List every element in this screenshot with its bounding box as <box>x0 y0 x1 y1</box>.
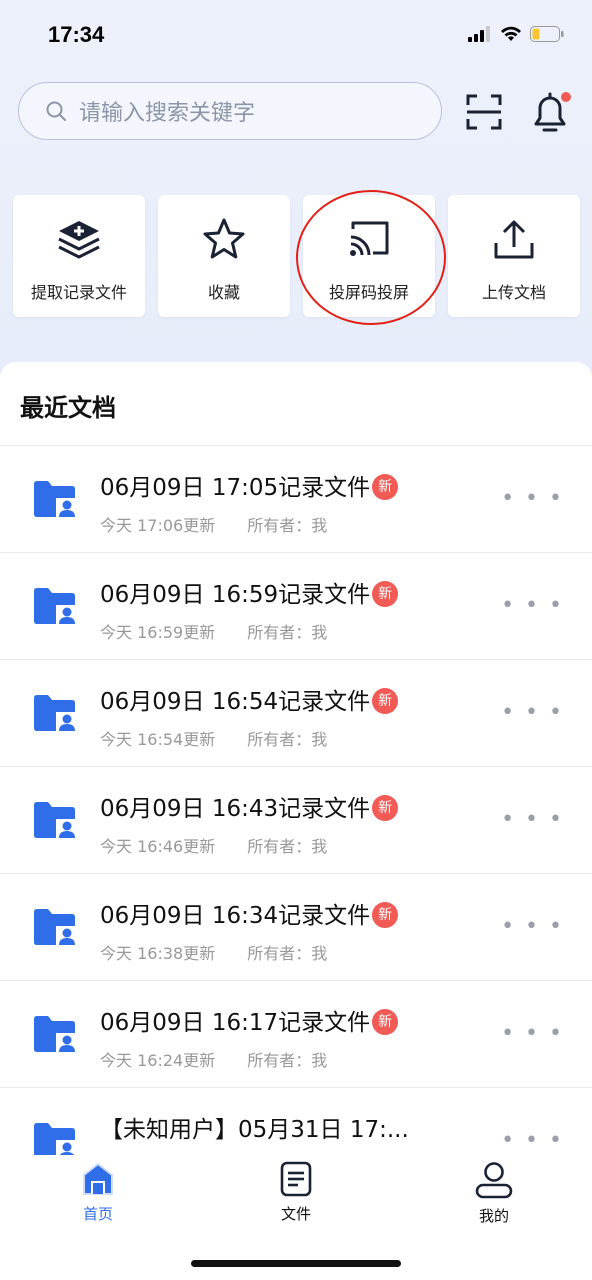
new-badge: 新 <box>372 474 399 500</box>
document-meta: 今天 16:59更新 所有者：我 <box>100 619 327 643</box>
document-updated: 今天 16:54更新 <box>100 730 216 749</box>
user-icon <box>475 1162 513 1199</box>
layers-plus-icon <box>58 221 100 259</box>
more-options-icon[interactable]: • • • <box>501 593 564 618</box>
tab-home[interactable]: 首页 <box>48 1161 148 1224</box>
search-bar[interactable]: 请输入搜索关键字 <box>18 82 442 140</box>
document-title[interactable]: 06月09日 16:34记录文件新 <box>100 896 399 930</box>
document-name[interactable]: 【未知用户】05月31日 17:... <box>100 1117 409 1143</box>
document-meta: 今天 16:38更新 所有者：我 <box>100 940 327 964</box>
document-title[interactable]: 06月09日 16:59记录文件新 <box>100 575 399 609</box>
document-name[interactable]: 06月09日 17:05记录文件 <box>100 475 370 501</box>
tab-profile-label: 我的 <box>478 1207 509 1225</box>
document-name[interactable]: 06月09日 16:34记录文件 <box>100 903 370 929</box>
document-row[interactable]: 【未知用户】05月31日 17:... 05月31日更新所有者：我 • • • <box>0 1088 592 1156</box>
upload-document-label: 上传文档 <box>481 283 546 302</box>
document-meta: 今天 17:06更新 所有者：我 <box>100 512 327 536</box>
upload-document-button[interactable]: 上传文档 <box>448 195 580 317</box>
document-title[interactable]: 06月09日 16:43记录文件新 <box>100 789 399 823</box>
more-options-icon[interactable]: • • • <box>501 807 564 832</box>
document-title[interactable]: 06月09日 16:54记录文件新 <box>100 682 399 716</box>
document-row[interactable]: 06月09日 16:17记录文件新 今天 16:24更新 所有者：我 • • • <box>0 981 592 1088</box>
wifi-icon <box>501 26 521 41</box>
home-icon <box>83 1162 113 1195</box>
new-badge: 新 <box>372 688 399 714</box>
star-icon <box>203 218 245 259</box>
document-name[interactable]: 06月09日 16:43记录文件 <box>100 796 370 822</box>
favorites-button[interactable]: 收藏 <box>158 195 290 317</box>
shared-folder-icon <box>34 909 78 946</box>
document-title[interactable]: 【未知用户】05月31日 17:... <box>100 1110 409 1144</box>
notification-bell-icon[interactable] <box>530 88 574 134</box>
document-row[interactable]: 06月09日 16:43记录文件新 今天 16:46更新 所有者：我 • • • <box>0 767 592 874</box>
document-title[interactable]: 06月09日 17:05记录文件新 <box>100 468 399 502</box>
extract-records-button[interactable]: 提取记录文件 <box>13 195 145 317</box>
highlight-circle <box>296 190 446 325</box>
document-meta: 今天 16:54更新 所有者：我 <box>100 726 327 750</box>
signal-icon <box>468 26 490 42</box>
document-meta: 今天 16:46更新 所有者：我 <box>100 833 327 857</box>
tab-home-label: 首页 <box>82 1205 113 1223</box>
document-name[interactable]: 06月09日 16:17记录文件 <box>100 1010 370 1036</box>
document-updated: 今天 17:06更新 <box>100 516 216 535</box>
search-icon <box>46 101 66 121</box>
favorites-label: 收藏 <box>207 283 240 302</box>
scan-icon[interactable] <box>466 94 502 130</box>
home-indicator <box>191 1260 401 1267</box>
more-options-icon[interactable]: • • • <box>501 1021 564 1046</box>
shared-folder-icon <box>34 481 78 518</box>
search-placeholder[interactable]: 请输入搜索关键字 <box>79 95 255 127</box>
extract-records-label: 提取记录文件 <box>30 283 127 302</box>
document-owner: 所有者：我 <box>247 516 328 535</box>
document-updated: 今天 16:38更新 <box>100 944 216 963</box>
document-row[interactable]: 06月09日 16:54记录文件新 今天 16:54更新 所有者：我 • • • <box>0 660 592 767</box>
shared-folder-icon <box>34 695 78 732</box>
new-badge: 新 <box>372 1009 399 1035</box>
document-updated: 今天 16:46更新 <box>100 837 216 856</box>
upload-icon <box>494 220 534 259</box>
tab-files[interactable]: 文件 <box>246 1161 346 1224</box>
section-title: 最近文档 <box>20 394 116 422</box>
document-updated: 今天 16:24更新 <box>100 1051 216 1070</box>
document-icon <box>280 1161 312 1197</box>
battery-icon <box>530 26 564 42</box>
shared-folder-icon <box>34 1123 78 1156</box>
more-options-icon[interactable]: • • • <box>501 700 564 725</box>
document-owner: 所有者：我 <box>247 1051 328 1070</box>
more-options-icon[interactable]: • • • <box>501 1128 564 1153</box>
document-owner: 所有者：我 <box>247 730 328 749</box>
shared-folder-icon <box>34 802 78 839</box>
new-badge: 新 <box>372 795 399 821</box>
document-meta: 今天 16:24更新 所有者：我 <box>100 1047 327 1071</box>
document-owner: 所有者：我 <box>247 944 328 963</box>
new-badge: 新 <box>372 581 399 607</box>
new-badge: 新 <box>372 902 399 928</box>
document-row[interactable]: 06月09日 17:05记录文件新 今天 17:06更新 所有者：我 • • • <box>0 446 592 553</box>
recent-docs-list[interactable]: 06月09日 17:05记录文件新 今天 17:06更新 所有者：我 • • • … <box>0 445 592 1156</box>
document-title[interactable]: 06月09日 16:17记录文件新 <box>100 1003 399 1037</box>
more-options-icon[interactable]: • • • <box>501 486 564 511</box>
tab-profile[interactable]: 我的 <box>444 1161 544 1226</box>
status-time: 17:34 <box>48 22 105 47</box>
status-bar: 17:34 <box>0 0 592 70</box>
document-owner: 所有者：我 <box>247 623 328 642</box>
document-row[interactable]: 06月09日 16:34记录文件新 今天 16:38更新 所有者：我 • • • <box>0 874 592 981</box>
status-icons <box>468 26 564 42</box>
tab-files-label: 文件 <box>280 1205 311 1223</box>
document-name[interactable]: 06月09日 16:54记录文件 <box>100 689 370 715</box>
shared-folder-icon <box>34 588 78 625</box>
document-name[interactable]: 06月09日 16:59记录文件 <box>100 582 370 608</box>
shared-folder-icon <box>34 1016 78 1053</box>
document-row[interactable]: 06月09日 16:59记录文件新 今天 16:59更新 所有者：我 • • • <box>0 553 592 660</box>
document-owner: 所有者：我 <box>247 837 328 856</box>
more-options-icon[interactable]: • • • <box>501 914 564 939</box>
document-updated: 今天 16:59更新 <box>100 623 216 642</box>
